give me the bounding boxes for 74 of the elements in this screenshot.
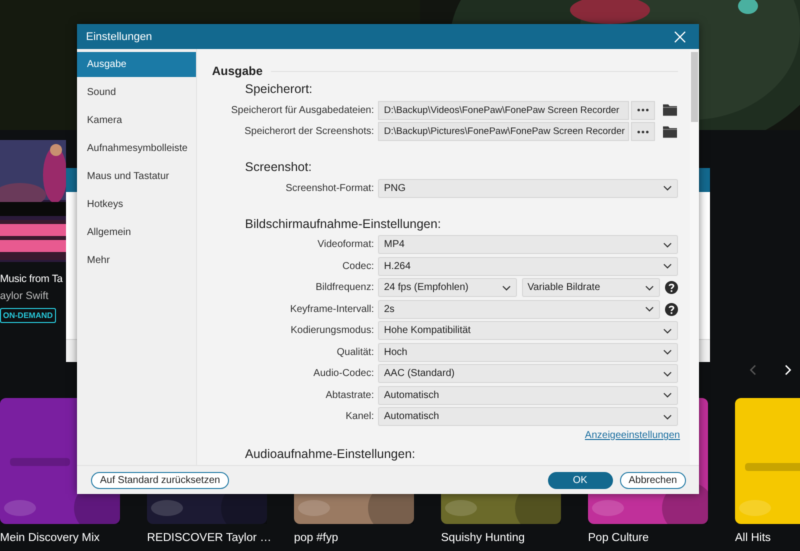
field-label: Bildfrequenz: [314,282,375,294]
sidebar-item[interactable]: Hotkeys [77,192,196,217]
chevron-down-icon [663,185,672,192]
field-label: Speicherort der Screenshots: [243,126,375,138]
help-icon[interactable] [665,302,678,316]
chevron-down-icon [663,414,672,420]
on-demand-badge: ON-DEMAND [0,308,56,323]
chevron-down-icon [645,306,654,312]
reset-button[interactable]: Auf Standard zurücksetzen [91,472,230,488]
sidebar-item[interactable]: Kamera [77,108,196,133]
group-heading: Bildschirmaufnahme-Einstellungen: [245,216,442,230]
scrollbar-thumb[interactable] [691,52,698,122]
sidebar-item[interactable]: Allgemein [77,220,196,245]
dropdown[interactable]: MP4 [378,235,678,254]
dropdown[interactable]: Hoch [378,342,678,362]
browse-button[interactable] [631,100,655,120]
field-label: Audio-Codec: [312,368,375,380]
playlist-title[interactable]: Pop Culture [588,532,649,544]
field-label: Videoformat: [316,239,375,250]
chevron-down-icon [663,242,672,248]
field-label: Abtastrate: [324,390,375,401]
chevron-down-icon [663,263,672,270]
field-label: Codec: [341,260,375,272]
section-title: Ausgabe [212,64,263,78]
folder-icon[interactable] [663,126,677,138]
dropdown[interactable]: Automatisch [378,407,678,426]
field-label: Qualität: [336,346,375,358]
dropdown[interactable]: 2s [378,300,660,319]
field-label: Kodierungsmodus: [290,325,375,336]
dropdown[interactable]: PNG [378,178,678,198]
chevron-down-icon [663,349,672,356]
dropdown[interactable]: Automatisch [378,386,678,405]
close-icon[interactable] [674,30,686,42]
dropdown[interactable]: Hohe Kompatibilität [378,321,678,340]
playlist-title[interactable]: Squishy Hunting [441,532,525,544]
display-settings-link[interactable]: Anzeigeeinstellungen [584,430,680,441]
dots-icon [637,130,649,134]
field-label: Kanel: [344,411,375,422]
sidebar-item[interactable]: Sound [77,80,196,105]
dropdown[interactable]: H.264 [378,256,678,276]
group-heading: Audioaufnahme-Einstellungen: [245,447,416,461]
sidebar-item[interactable]: Ausgabe [77,52,196,77]
dropdown[interactable]: AAC (Standard) [378,364,678,384]
group-heading: Speicherort: [245,82,314,96]
help-icon[interactable] [665,281,678,294]
ok-button[interactable]: OK [548,472,613,488]
playlist-title[interactable]: Mein Discovery Mix [0,532,100,544]
group-heading: Screenshot: [245,160,313,174]
field-label: Keyframe-Intervall: [289,304,375,315]
sidebar-item[interactable]: Mehr [77,248,196,273]
field-label: Screenshot-Format: [284,182,375,194]
path-field[interactable]: D:\Backup\Videos\FonePaw\FonePaw Screen Recorder [378,100,629,120]
folder-icon[interactable] [663,104,677,116]
dropdown[interactable]: 24 fps (Empfohlen) [378,278,516,298]
dots-icon [637,108,649,112]
cancel-button[interactable]: Abbrechen [620,472,686,488]
playlist-title[interactable]: pop #fyp [294,532,338,544]
browse-button[interactable] [631,122,655,142]
chevron-down-icon [645,284,654,291]
dropdown[interactable]: Variable Bildrate [522,278,660,298]
sidebar-item[interactable]: Aufnahmesymbolleiste [77,136,196,161]
chevron-down-icon [663,370,672,377]
artist-name: aylor Swift [0,290,48,302]
chevron-down-icon [663,328,672,334]
playlist-title[interactable]: All Hits [735,532,771,544]
window-title: Einstellungen [86,30,152,42]
path-field[interactable]: D:\Backup\Pictures\FonePaw\FonePaw Screen Recorder [378,122,629,142]
playlist-title[interactable]: REDISCOVER Taylor … [147,532,272,544]
field-label: Speicherort für Ausgabedateien: [230,104,375,116]
playlist-title[interactable]: Music from Ta [0,273,63,285]
sidebar-item[interactable]: Maus und Tastatur [77,164,196,189]
chevron-down-icon [502,284,510,291]
chevron-down-icon [663,392,672,398]
chevron-right-icon[interactable] [783,364,792,376]
